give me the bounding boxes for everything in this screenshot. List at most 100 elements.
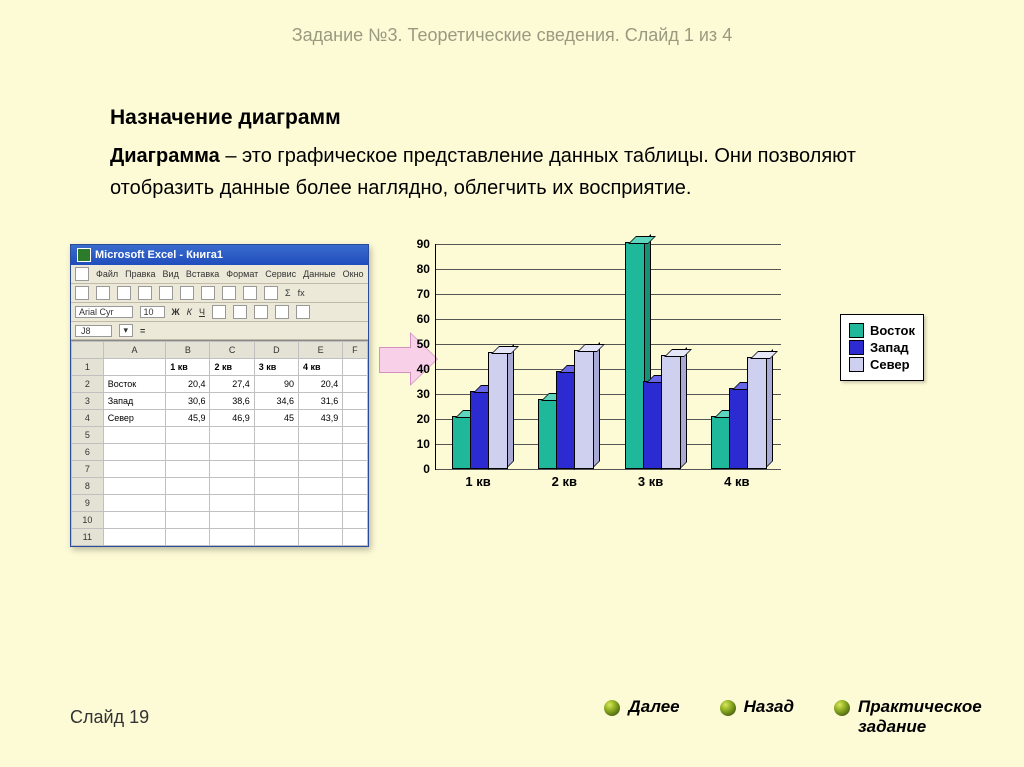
menu-data[interactable]: Данные bbox=[303, 269, 336, 279]
definition: – это графическое представление данных т… bbox=[110, 145, 856, 199]
bar bbox=[574, 352, 592, 469]
y-tick: 70 bbox=[400, 287, 430, 301]
menu-format[interactable]: Формат bbox=[226, 269, 258, 279]
menu-tools[interactable]: Сервис bbox=[265, 269, 296, 279]
y-tick: 90 bbox=[400, 237, 430, 251]
slide-number: Слайд 19 bbox=[70, 707, 149, 728]
bar bbox=[625, 244, 643, 469]
bullet-icon bbox=[604, 700, 620, 716]
section-title: Назначение диаграмм bbox=[110, 106, 924, 130]
y-tick: 0 bbox=[400, 462, 430, 476]
legend-swatch-west bbox=[849, 340, 864, 355]
col-B[interactable]: B bbox=[166, 342, 210, 359]
table-row: 3 Запад 30,6 38,6 34,6 31,6 bbox=[72, 393, 368, 410]
x-tick: 3 кв bbox=[607, 474, 693, 489]
merge-icon[interactable] bbox=[275, 305, 289, 319]
x-tick: 1 кв bbox=[435, 474, 521, 489]
cell-ref[interactable]: J8 bbox=[75, 325, 112, 337]
menu-view[interactable]: Вид bbox=[163, 269, 179, 279]
table-row: 5 bbox=[72, 427, 368, 444]
align-left-icon[interactable] bbox=[212, 305, 226, 319]
legend-label: Запад bbox=[870, 340, 909, 355]
excel-window: Microsoft Excel - Книга1 Файл Правка Вид… bbox=[70, 244, 369, 547]
save-icon[interactable] bbox=[117, 286, 131, 300]
table-row: 6 bbox=[72, 444, 368, 461]
col-D[interactable]: D bbox=[254, 342, 298, 359]
x-tick: 4 кв bbox=[694, 474, 780, 489]
table-row: 9 bbox=[72, 495, 368, 512]
excel-toolbar[interactable]: Σfx bbox=[71, 284, 368, 303]
chart-legend: Восток Запад Север bbox=[840, 314, 924, 381]
bar bbox=[488, 354, 506, 469]
print-icon[interactable] bbox=[138, 286, 152, 300]
col-E[interactable]: E bbox=[299, 342, 343, 359]
y-tick: 30 bbox=[400, 387, 430, 401]
table-row: 4 Север 45,9 46,9 45 43,9 bbox=[72, 410, 368, 427]
menu-edit[interactable]: Правка bbox=[125, 269, 155, 279]
redo-icon[interactable] bbox=[264, 286, 278, 300]
open-icon[interactable] bbox=[96, 286, 110, 300]
back-button[interactable]: Назад bbox=[720, 697, 794, 717]
x-tick: 2 кв bbox=[521, 474, 607, 489]
table-row: 2 Восток 20,4 27,4 90 20,4 bbox=[72, 376, 368, 393]
excel-grid[interactable]: A B C D E F 1 1 кв 2 кв 3 кв 4 кв bbox=[71, 340, 368, 546]
menu-insert[interactable]: Вставка bbox=[186, 269, 219, 279]
bullet-icon bbox=[720, 700, 736, 716]
y-tick: 10 bbox=[400, 437, 430, 451]
bar bbox=[747, 359, 765, 469]
menu-file[interactable]: Файл bbox=[96, 269, 118, 279]
legend-swatch-north bbox=[849, 357, 864, 372]
copy-icon[interactable] bbox=[201, 286, 215, 300]
excel-menubar[interactable]: Файл Правка Вид Вставка Формат Сервис Да… bbox=[71, 265, 368, 284]
slide-header: Задание №3. Теоретические сведения. Слай… bbox=[0, 0, 1024, 46]
bar bbox=[452, 418, 470, 469]
excel-formula-bar[interactable]: J8 ▾ = bbox=[71, 322, 368, 340]
legend-label: Север bbox=[870, 357, 910, 372]
align-right-icon[interactable] bbox=[254, 305, 268, 319]
y-tick: 50 bbox=[400, 337, 430, 351]
table-row: 11 bbox=[72, 529, 368, 546]
task-button[interactable]: Практическое задание bbox=[834, 697, 994, 737]
y-tick: 60 bbox=[400, 312, 430, 326]
excel-doc-icon bbox=[75, 267, 89, 281]
fx-dropdown[interactable]: ▾ bbox=[119, 324, 134, 337]
y-tick: 40 bbox=[400, 362, 430, 376]
col-C[interactable]: C bbox=[210, 342, 254, 359]
bar bbox=[470, 393, 488, 470]
legend-swatch-east bbox=[849, 323, 864, 338]
bullet-icon bbox=[834, 700, 850, 716]
col-F[interactable]: F bbox=[343, 342, 367, 359]
excel-titlebar: Microsoft Excel - Книга1 bbox=[71, 245, 368, 265]
cut-icon[interactable] bbox=[180, 286, 194, 300]
font-select[interactable]: Arial Cyr bbox=[75, 306, 133, 318]
section-paragraph: Диаграмма – это графическое представлени… bbox=[110, 140, 924, 204]
bold-icon[interactable]: Ж bbox=[172, 307, 180, 317]
align-center-icon[interactable] bbox=[233, 305, 247, 319]
bar bbox=[643, 383, 661, 470]
menu-window[interactable]: Окно bbox=[343, 269, 364, 279]
table-row: 8 bbox=[72, 478, 368, 495]
underline-icon[interactable]: Ч bbox=[199, 307, 205, 317]
table-row: 10 bbox=[72, 512, 368, 529]
arrow-icon bbox=[379, 334, 380, 384]
bar bbox=[729, 390, 747, 469]
currency-icon[interactable] bbox=[296, 305, 310, 319]
preview-icon[interactable] bbox=[159, 286, 173, 300]
bar bbox=[711, 418, 729, 469]
table-row: 1 1 кв 2 кв 3 кв 4 кв bbox=[72, 359, 368, 376]
table-row: 7 bbox=[72, 461, 368, 478]
paste-icon[interactable] bbox=[222, 286, 236, 300]
size-select[interactable]: 10 bbox=[140, 306, 165, 318]
new-icon[interactable] bbox=[75, 286, 89, 300]
excel-fontbar[interactable]: Arial Cyr 10 Ж К Ч bbox=[71, 303, 368, 322]
col-A[interactable]: A bbox=[103, 342, 166, 359]
next-button[interactable]: Далее bbox=[604, 697, 679, 717]
italic-icon[interactable]: К bbox=[187, 307, 192, 317]
y-tick: 80 bbox=[400, 262, 430, 276]
undo-icon[interactable] bbox=[243, 286, 257, 300]
term: Диаграмма bbox=[110, 145, 220, 167]
excel-app-icon bbox=[77, 248, 91, 262]
bar bbox=[661, 357, 679, 470]
bar bbox=[538, 401, 556, 470]
legend-label: Восток bbox=[870, 323, 915, 338]
